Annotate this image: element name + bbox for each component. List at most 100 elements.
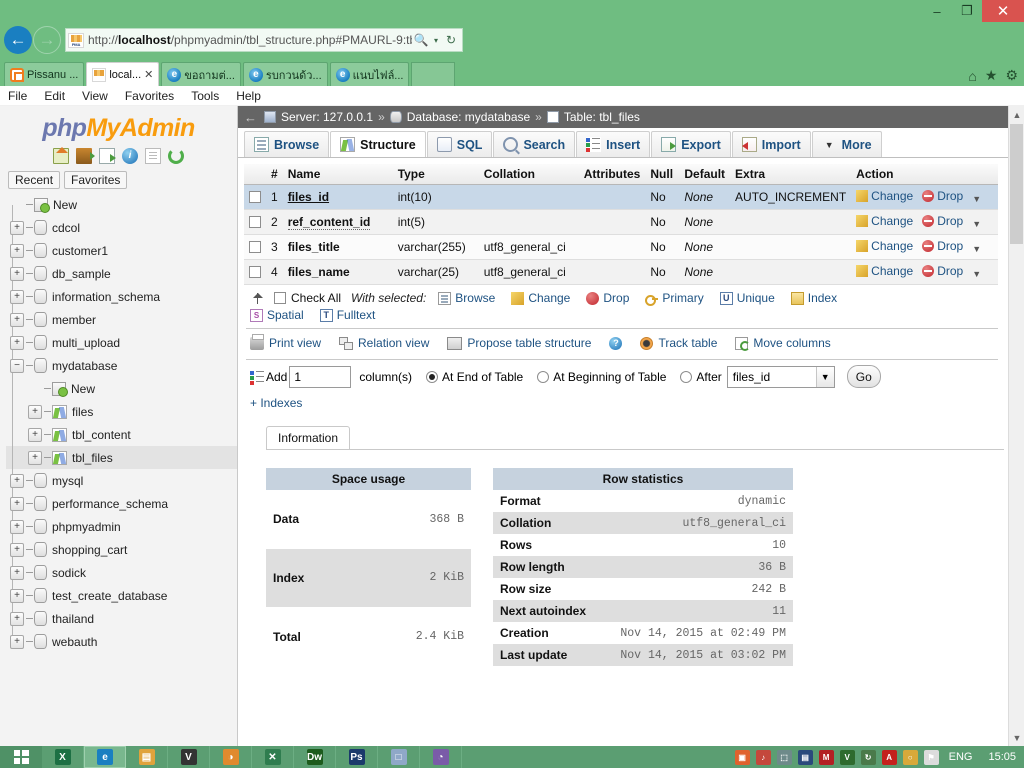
breadcrumb-server[interactable]: Server: 127.0.0.1 [281,110,373,124]
language-indicator[interactable]: ENG [949,751,973,763]
row-checkbox[interactable] [249,241,261,253]
home-icon[interactable] [53,148,69,164]
favorites-button[interactable]: Favorites [64,171,127,189]
breadcrumb-back-icon[interactable]: ← [244,110,257,125]
row-checkbox-cell[interactable] [244,185,266,210]
start-button[interactable] [0,746,42,768]
column-count-input[interactable] [289,366,351,388]
tab-search[interactable]: Search [493,131,575,157]
expand-icon[interactable]: + [10,635,24,649]
taskbar-item-paint[interactable]: ◔ [420,746,462,768]
taskbar-item-photoshop[interactable]: Ps [336,746,378,768]
link-relation-view[interactable]: Relation view [339,336,429,350]
row-checkbox-cell[interactable] [244,260,266,285]
action-fulltext[interactable]: TFulltext [320,308,376,322]
network-icon[interactable]: ⬚ [777,750,792,765]
change-link[interactable]: Change [856,264,913,278]
action-drop[interactable]: Drop [586,291,629,305]
breadcrumb-table[interactable]: Table: tbl_files [564,110,640,124]
action-spatial[interactable]: SSpatial [250,308,304,322]
change-link[interactable]: Change [856,214,913,228]
expand-icon[interactable]: + [10,543,24,557]
tree-item-cdcol[interactable]: +cdcol [6,216,237,239]
updater-icon[interactable]: ○ [903,750,918,765]
link-propose-table-structure[interactable]: Propose table structure [447,336,591,350]
expand-icon[interactable]: + [10,589,24,603]
tree-item-thailand[interactable]: +thailand [6,607,237,630]
row-checkbox[interactable] [249,216,261,228]
tab-export[interactable]: Export [651,131,731,157]
column-name-cell[interactable]: files_id [283,185,393,210]
app-tray-icon[interactable]: ▣ [735,750,750,765]
action-unique[interactable]: UUnique [720,291,775,305]
taskbar-item-media-player[interactable]: ◑ [210,746,252,768]
more-actions-icon[interactable]: ▼ [972,194,981,204]
more-actions-icon[interactable]: ▼ [972,219,981,229]
drop-link[interactable]: Drop [922,189,963,203]
tab-more[interactable]: ▼More [812,131,882,157]
tree-item-tbl-files[interactable]: +tbl_files [6,446,237,469]
menu-file[interactable]: File [8,89,27,103]
expand-icon[interactable]: + [10,497,24,511]
check-all-checkbox[interactable] [274,292,286,304]
tree-item-mysql[interactable]: +mysql [6,469,237,492]
vertical-scrollbar[interactable]: ▲ ▼ [1008,106,1024,746]
tree-item-sodick[interactable]: +sodick [6,561,237,584]
tab-information[interactable]: Information [266,426,350,450]
column-name-cell[interactable]: files_title [283,235,393,260]
action-center-icon[interactable]: ⚑ [924,750,939,765]
change-link[interactable]: Change [856,189,913,203]
browser-tab-1[interactable]: local... ✕ [86,62,159,86]
taskbar-item-internet-explorer[interactable]: e [84,746,126,768]
tree-item-member[interactable]: +member [6,308,237,331]
tree-item-new[interactable]: New [6,377,237,400]
expand-icon[interactable]: + [10,520,24,534]
select-all-arrow-icon[interactable] [250,291,266,305]
logout-icon[interactable] [76,148,92,164]
link-track-table[interactable]: Track table [640,336,717,350]
acrobat-icon[interactable]: A [882,750,897,765]
browser-tab-2[interactable]: ขอถามต่... [161,62,241,86]
tree-item-phpmyadmin[interactable]: +phpmyadmin [6,515,237,538]
collapse-icon[interactable]: − [10,359,24,373]
label-at-beginning-of-table[interactable]: At Beginning of Table [553,370,666,384]
drop-link[interactable]: Drop [922,239,963,253]
check-all-label[interactable]: Check All [291,291,341,305]
tree-item-customer1[interactable]: +customer1 [6,239,237,262]
menu-edit[interactable]: Edit [44,89,65,103]
tree-item-files[interactable]: +files [6,400,237,423]
row-checkbox[interactable] [249,266,261,278]
table-row[interactable]: 2ref_content_idint(5)NoNoneChangeDrop▼ [244,210,998,235]
tab-browse[interactable]: Browse [244,131,329,157]
row-checkbox-cell[interactable] [244,210,266,235]
radio-at-beginning-of-table[interactable] [537,371,549,383]
taskbar-item-notepad[interactable]: □ [378,746,420,768]
tab-import[interactable]: Import [732,131,811,157]
taskbar-item-vnc-viewer[interactable]: V [168,746,210,768]
expand-icon[interactable]: + [10,290,24,304]
minimize-button[interactable]: – [922,0,952,22]
tree-item-multi-upload[interactable]: +multi_upload [6,331,237,354]
taskbar-item-dreamweaver[interactable]: Dw [294,746,336,768]
tab-structure[interactable]: Structure [330,131,426,157]
browser-tab-3[interactable]: รบกวนด้ว... [243,62,328,86]
expand-icon[interactable]: + [28,405,42,419]
settings-gear-icon[interactable]: ⚙ [1005,67,1018,84]
expand-icon[interactable]: + [10,313,24,327]
tree-item-test-create-database[interactable]: +test_create_database [6,584,237,607]
after-column-select[interactable]: files_id ▼ [727,366,835,388]
info-icon[interactable] [122,148,138,164]
volume-muted-icon[interactable]: ♪ [756,750,771,765]
radio-after-column[interactable] [680,371,692,383]
link-help[interactable]: ? [609,337,622,350]
forward-button[interactable]: → [33,26,61,54]
tab-close-icon[interactable]: ✕ [144,68,153,81]
action-change[interactable]: Change [511,291,570,305]
link-print-view[interactable]: Print view [250,336,321,350]
display-icon[interactable]: ▤ [798,750,813,765]
column-name-cell[interactable]: ref_content_id [283,210,393,235]
indexes-toggle-link[interactable]: + Indexes [244,393,1014,410]
maximize-button[interactable]: ❐ [952,0,982,22]
expand-icon[interactable]: + [10,566,24,580]
label-after-column[interactable]: After [696,370,721,384]
